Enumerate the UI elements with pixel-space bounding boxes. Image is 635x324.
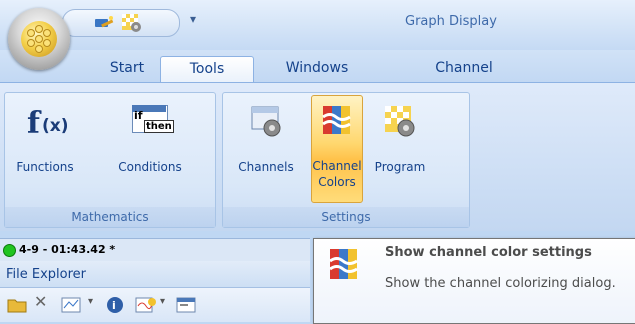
channels-button[interactable]: Channels xyxy=(227,103,305,175)
chart-icon[interactable] xyxy=(60,292,84,314)
svg-text:f: f xyxy=(27,106,42,139)
wave-gear-icon[interactable] xyxy=(134,292,158,314)
window-list-icon[interactable] xyxy=(174,292,198,314)
conditions-label: Conditions xyxy=(118,160,182,174)
conditions-button[interactable]: if then Conditions xyxy=(89,103,211,175)
info-icon[interactable]: i xyxy=(104,292,128,314)
channels-gear-icon xyxy=(248,103,284,139)
program-gear-icon xyxy=(382,103,418,139)
channel-colors-icon xyxy=(319,102,355,138)
wand-icon[interactable] xyxy=(93,13,115,33)
checker-gear-icon[interactable] xyxy=(121,13,143,33)
tab-tools[interactable]: Tools xyxy=(160,56,254,83)
channel-colors-button[interactable]: Channel Colors xyxy=(311,95,363,203)
tab-start[interactable]: Start xyxy=(100,56,154,82)
group-label-mathematics: Mathematics xyxy=(5,207,215,227)
svg-text:i: i xyxy=(112,299,116,312)
tab-channel[interactable]: Channel xyxy=(427,56,501,82)
tooltip-description: Show the channel colorizing dialog. xyxy=(385,276,616,291)
program-button[interactable]: Program xyxy=(365,103,435,175)
fx-icon: f (x) xyxy=(27,103,69,141)
application-menu-orb[interactable] xyxy=(8,8,70,70)
group-label-settings: Settings xyxy=(223,207,469,227)
program-label: Program xyxy=(374,160,426,174)
wave-dropdown-icon[interactable]: ▾ xyxy=(160,296,165,307)
open-folder-icon[interactable] xyxy=(6,292,30,314)
channel-colors-tooltip-icon xyxy=(328,247,364,283)
if-then-icon: if then xyxy=(130,103,174,139)
file-explorer-toolbar: ✕ ▾ i ▾ xyxy=(0,288,310,322)
functions-button[interactable]: f (x) Functions xyxy=(5,103,85,175)
status-text: 4-9 - 01:43.42 * xyxy=(19,243,116,256)
channels-label: Channels xyxy=(238,160,294,174)
office-logo-icon xyxy=(21,21,57,57)
quick-access-toolbar xyxy=(62,9,180,37)
status-indicator-icon xyxy=(3,244,16,257)
group-settings: Channels Channel Colors Program Settings xyxy=(222,92,470,228)
tab-windows[interactable]: Windows xyxy=(277,56,357,82)
tooltip-title: Show channel color settings xyxy=(385,245,592,260)
window-title: Graph Display xyxy=(405,14,497,29)
group-mathematics: f (x) Functions if then Conditions Mathe… xyxy=(4,92,216,228)
qat-customize-dropdown[interactable]: ▾ xyxy=(190,12,196,26)
svg-text:(x): (x) xyxy=(42,116,67,136)
channel-colors-label-line2: Colors xyxy=(318,175,356,189)
file-explorer-title: File Explorer xyxy=(6,267,87,282)
functions-label: Functions xyxy=(16,160,74,174)
chart-dropdown-icon[interactable]: ▾ xyxy=(88,296,93,307)
channel-colors-label-line1: Channel xyxy=(312,159,362,173)
close-icon[interactable]: ✕ xyxy=(34,292,50,314)
